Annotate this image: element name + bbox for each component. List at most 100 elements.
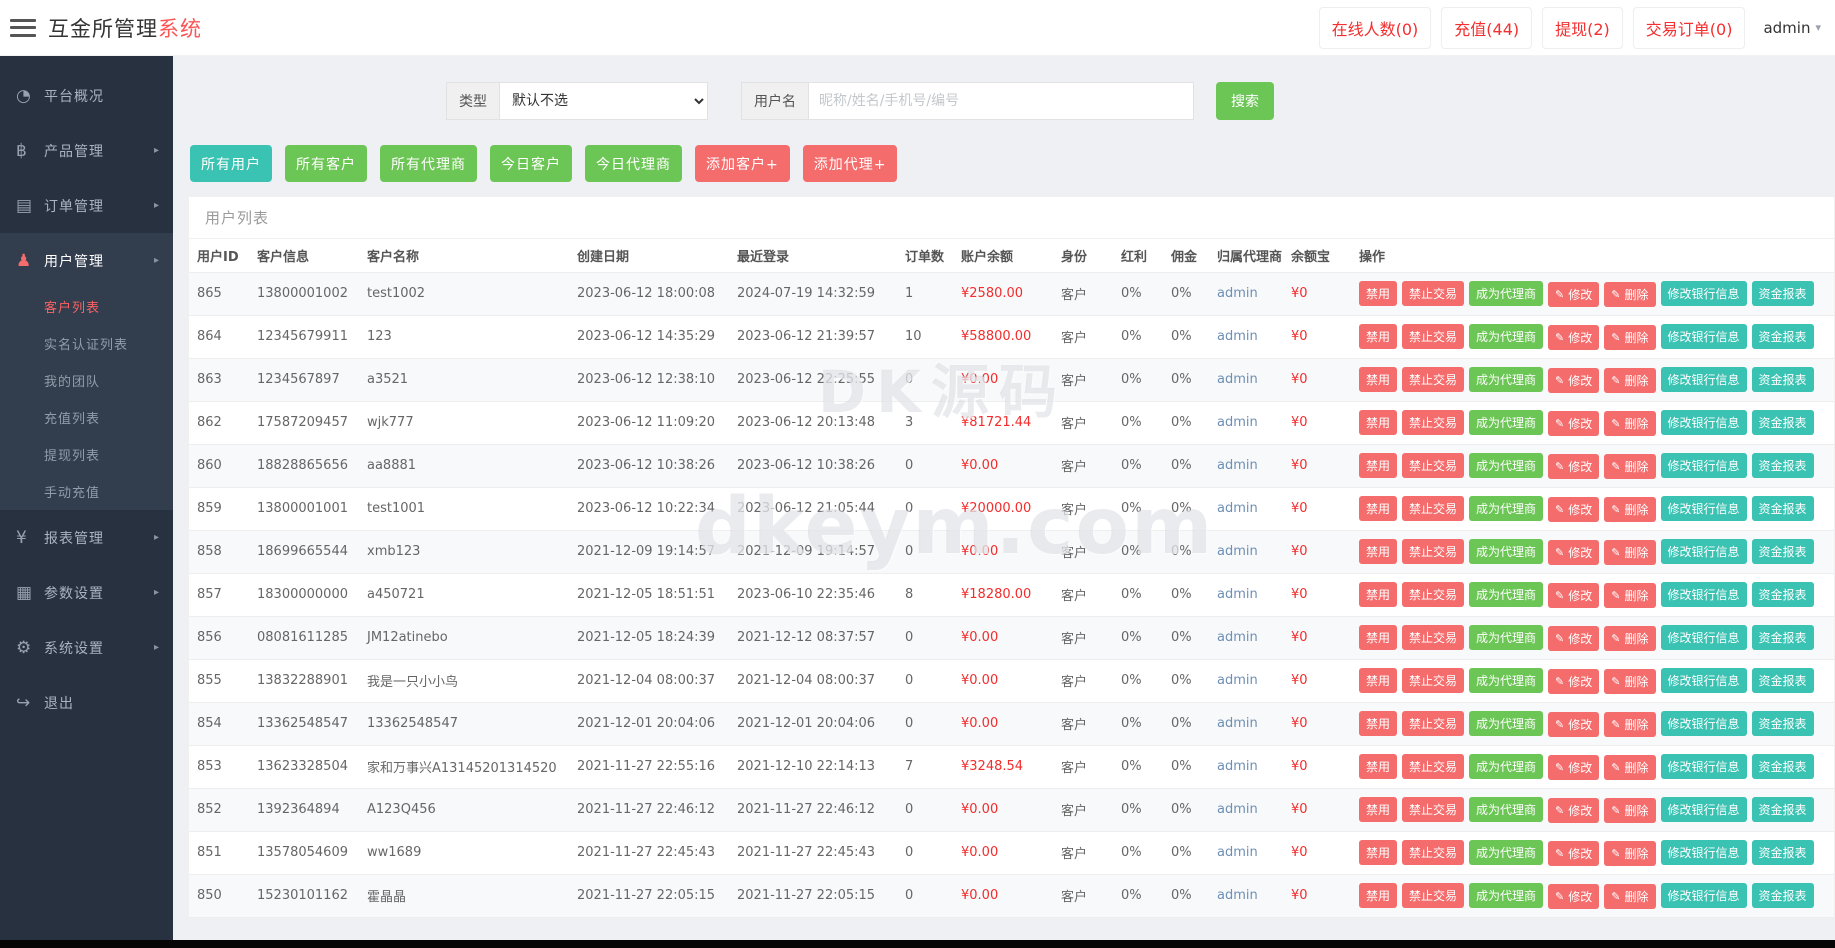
cell-agent[interactable]: admin (1209, 616, 1283, 659)
username-input[interactable] (808, 82, 1194, 120)
action-成为代理商-button[interactable]: 成为代理商 (1469, 539, 1543, 564)
action-修改银行信息-button[interactable]: 修改银行信息 (1661, 539, 1747, 564)
cell-agent[interactable]: admin (1209, 444, 1283, 487)
action-删除-button[interactable]: ✎删除 (1604, 368, 1655, 393)
action-删除-button[interactable]: ✎删除 (1604, 454, 1655, 479)
action-成为代理商-button[interactable]: 成为代理商 (1469, 625, 1543, 650)
action-删除-button[interactable]: ✎删除 (1604, 282, 1655, 307)
action-修改银行信息-button[interactable]: 修改银行信息 (1661, 711, 1747, 736)
quick-button-添加代理+[interactable]: 添加代理+ (803, 145, 898, 182)
action-资金报表-button[interactable]: 资金报表 (1752, 840, 1814, 865)
action-成为代理商-button[interactable]: 成为代理商 (1469, 410, 1543, 435)
sidebar-subitem-客户列表[interactable]: 客户列表 (0, 288, 173, 325)
action-删除-button[interactable]: ✎删除 (1604, 755, 1655, 780)
action-禁用-button[interactable]: 禁用 (1359, 840, 1397, 865)
action-资金报表-button[interactable]: 资金报表 (1752, 754, 1814, 779)
action-成为代理商-button[interactable]: 成为代理商 (1469, 754, 1543, 779)
quick-button-今日客户[interactable]: 今日客户 (490, 145, 572, 182)
action-成为代理商-button[interactable]: 成为代理商 (1469, 668, 1543, 693)
action-禁用-button[interactable]: 禁用 (1359, 883, 1397, 908)
action-修改银行信息-button[interactable]: 修改银行信息 (1661, 496, 1747, 521)
action-删除-button[interactable]: ✎删除 (1604, 411, 1655, 436)
action-成为代理商-button[interactable]: 成为代理商 (1469, 582, 1543, 607)
sidebar-item-平台概况[interactable]: ◔平台概况 (0, 68, 173, 123)
action-资金报表-button[interactable]: 资金报表 (1752, 625, 1814, 650)
action-成为代理商-button[interactable]: 成为代理商 (1469, 797, 1543, 822)
action-禁用-button[interactable]: 禁用 (1359, 410, 1397, 435)
sidebar-subitem-我的团队[interactable]: 我的团队 (0, 362, 173, 399)
action-成为代理商-button[interactable]: 成为代理商 (1469, 324, 1543, 349)
action-删除-button[interactable]: ✎删除 (1604, 497, 1655, 522)
action-成为代理商-button[interactable]: 成为代理商 (1469, 367, 1543, 392)
action-资金报表-button[interactable]: 资金报表 (1752, 539, 1814, 564)
quick-button-所有代理商[interactable]: 所有代理商 (380, 145, 477, 182)
action-删除-button[interactable]: ✎删除 (1604, 583, 1655, 608)
action-禁用-button[interactable]: 禁用 (1359, 668, 1397, 693)
action-删除-button[interactable]: ✎删除 (1604, 669, 1655, 694)
action-资金报表-button[interactable]: 资金报表 (1752, 367, 1814, 392)
action-删除-button[interactable]: ✎删除 (1604, 798, 1655, 823)
action-禁止交易-button[interactable]: 禁止交易 (1402, 840, 1464, 865)
action-资金报表-button[interactable]: 资金报表 (1752, 668, 1814, 693)
action-修改-button[interactable]: ✎修改 (1548, 325, 1599, 350)
sidebar-subitem-充值列表[interactable]: 充值列表 (0, 399, 173, 436)
action-成为代理商-button[interactable]: 成为代理商 (1469, 453, 1543, 478)
sidebar-subitem-提现列表[interactable]: 提现列表 (0, 436, 173, 473)
action-成为代理商-button[interactable]: 成为代理商 (1469, 281, 1543, 306)
action-禁止交易-button[interactable]: 禁止交易 (1402, 883, 1464, 908)
action-禁用-button[interactable]: 禁用 (1359, 711, 1397, 736)
action-修改-button[interactable]: ✎修改 (1548, 368, 1599, 393)
action-禁用-button[interactable]: 禁用 (1359, 496, 1397, 521)
recharge-badge[interactable]: 充值(44) (1441, 7, 1532, 49)
action-资金报表-button[interactable]: 资金报表 (1752, 453, 1814, 478)
cell-agent[interactable]: admin (1209, 831, 1283, 874)
action-禁用-button[interactable]: 禁用 (1359, 324, 1397, 349)
action-禁止交易-button[interactable]: 禁止交易 (1402, 582, 1464, 607)
action-资金报表-button[interactable]: 资金报表 (1752, 797, 1814, 822)
sidebar-item-用户管理[interactable]: ♟用户管理▸ (0, 233, 173, 288)
sidebar-subitem-手动充值[interactable]: 手动充值 (0, 473, 173, 510)
action-资金报表-button[interactable]: 资金报表 (1752, 496, 1814, 521)
action-删除-button[interactable]: ✎删除 (1604, 841, 1655, 866)
action-修改银行信息-button[interactable]: 修改银行信息 (1661, 883, 1747, 908)
action-修改银行信息-button[interactable]: 修改银行信息 (1661, 754, 1747, 779)
action-禁止交易-button[interactable]: 禁止交易 (1402, 754, 1464, 779)
action-修改银行信息-button[interactable]: 修改银行信息 (1661, 840, 1747, 865)
action-资金报表-button[interactable]: 资金报表 (1752, 582, 1814, 607)
action-禁止交易-button[interactable]: 禁止交易 (1402, 453, 1464, 478)
hamburger-menu-icon[interactable] (10, 19, 36, 37)
action-修改银行信息-button[interactable]: 修改银行信息 (1661, 797, 1747, 822)
cell-agent[interactable]: admin (1209, 487, 1283, 530)
type-select[interactable]: 默认不选 (499, 82, 708, 120)
action-修改-button[interactable]: ✎修改 (1548, 798, 1599, 823)
action-成为代理商-button[interactable]: 成为代理商 (1469, 496, 1543, 521)
cell-agent[interactable]: admin (1209, 315, 1283, 358)
action-修改银行信息-button[interactable]: 修改银行信息 (1661, 367, 1747, 392)
cell-agent[interactable]: admin (1209, 702, 1283, 745)
cell-agent[interactable]: admin (1209, 530, 1283, 573)
action-禁止交易-button[interactable]: 禁止交易 (1402, 668, 1464, 693)
quick-button-所有客户[interactable]: 所有客户 (285, 145, 367, 182)
action-修改-button[interactable]: ✎修改 (1548, 884, 1599, 909)
action-修改-button[interactable]: ✎修改 (1548, 841, 1599, 866)
action-修改-button[interactable]: ✎修改 (1548, 411, 1599, 436)
sidebar-subitem-实名认证列表[interactable]: 实名认证列表 (0, 325, 173, 362)
action-修改银行信息-button[interactable]: 修改银行信息 (1661, 324, 1747, 349)
action-成为代理商-button[interactable]: 成为代理商 (1469, 840, 1543, 865)
quick-button-所有用户[interactable]: 所有用户 (190, 145, 272, 182)
cell-agent[interactable]: admin (1209, 358, 1283, 401)
action-资金报表-button[interactable]: 资金报表 (1752, 281, 1814, 306)
action-禁用-button[interactable]: 禁用 (1359, 539, 1397, 564)
action-修改-button[interactable]: ✎修改 (1548, 755, 1599, 780)
cell-agent[interactable]: admin (1209, 788, 1283, 831)
action-禁止交易-button[interactable]: 禁止交易 (1402, 281, 1464, 306)
withdraw-badge[interactable]: 提现(2) (1542, 7, 1623, 49)
action-修改-button[interactable]: ✎修改 (1548, 454, 1599, 479)
search-button[interactable]: 搜索 (1216, 82, 1274, 120)
action-禁止交易-button[interactable]: 禁止交易 (1402, 539, 1464, 564)
sidebar-item-产品管理[interactable]: ฿产品管理▸ (0, 123, 173, 178)
online-count-badge[interactable]: 在线人数(0) (1319, 7, 1432, 49)
cell-agent[interactable]: admin (1209, 573, 1283, 616)
action-成为代理商-button[interactable]: 成为代理商 (1469, 883, 1543, 908)
cell-agent[interactable]: admin (1209, 272, 1283, 315)
